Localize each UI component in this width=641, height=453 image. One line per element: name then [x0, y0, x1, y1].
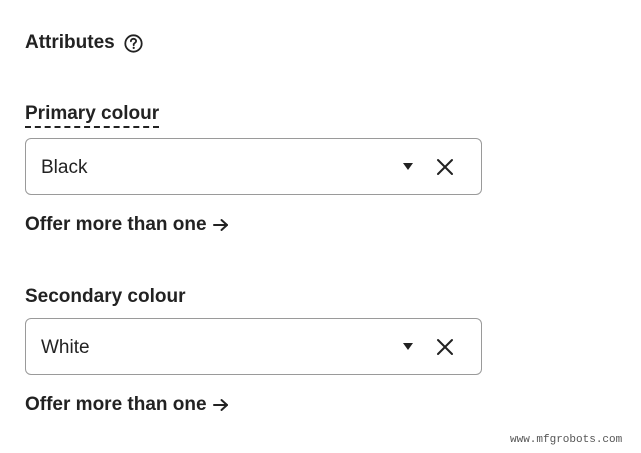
primary-colour-select[interactable]: Black — [25, 138, 482, 195]
primary-offer-more-link[interactable]: Offer more than one — [25, 214, 229, 236]
primary-colour-label: Primary colour — [25, 103, 160, 128]
clear-icon[interactable] — [436, 158, 454, 176]
arrow-right-icon — [212, 398, 229, 412]
caret-down-icon[interactable] — [403, 163, 413, 170]
caret-down-icon[interactable] — [403, 343, 413, 350]
attributes-title: Attributes — [25, 32, 115, 53]
secondary-colour-select[interactable]: White — [25, 318, 482, 375]
help-icon[interactable] — [124, 33, 143, 53]
secondary-colour-label: Secondary colour — [25, 286, 186, 307]
secondary-offer-more-text: Offer more than one — [25, 394, 207, 415]
arrow-right-icon — [212, 218, 229, 232]
secondary-colour-value: White — [41, 337, 90, 358]
watermark-text: www.mfgrobots.com — [510, 434, 623, 446]
attributes-header: Attributes — [25, 30, 143, 56]
primary-offer-more-text: Offer more than one — [25, 214, 207, 235]
clear-icon[interactable] — [436, 338, 454, 356]
secondary-offer-more-link[interactable]: Offer more than one — [25, 394, 229, 416]
primary-colour-value: Black — [41, 157, 88, 178]
